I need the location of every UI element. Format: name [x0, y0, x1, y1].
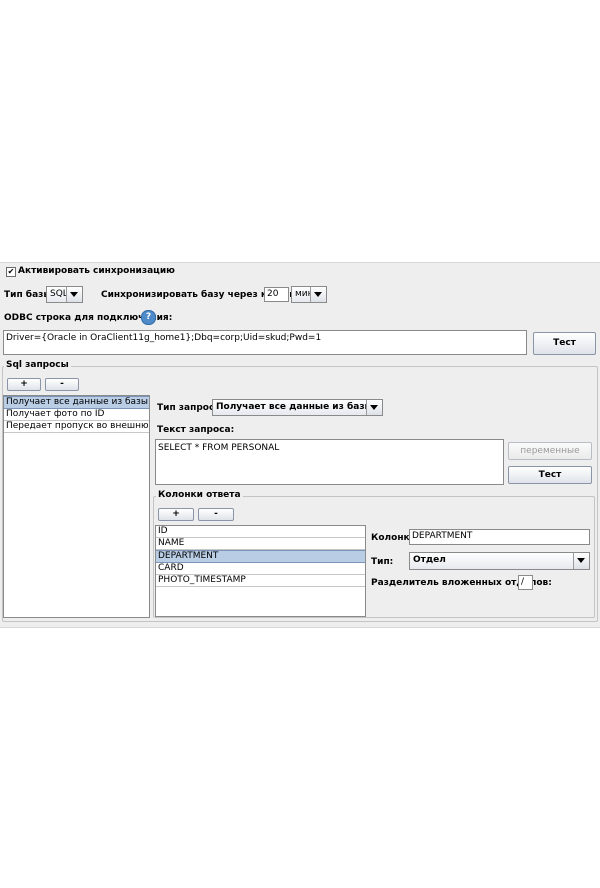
- chevron-down-icon: [573, 553, 589, 569]
- column-list-item[interactable]: PHOTO_TIMESTAMP: [156, 575, 365, 587]
- column-type-value: Отдел: [413, 555, 446, 565]
- checkmark-icon: ✔: [7, 267, 15, 276]
- odbc-string-input[interactable]: Driver={Oracle in OraClient11g_home1};Db…: [3, 330, 527, 355]
- query-text-label: Текст запроса:: [157, 425, 235, 435]
- odbc-test-button[interactable]: Тест: [533, 332, 596, 355]
- chevron-down-icon: [366, 400, 382, 415]
- sync-settings-panel: ✔ Активировать синхронизацию Тип базы: S…: [0, 262, 600, 628]
- help-icon[interactable]: ?: [141, 310, 156, 325]
- query-test-button[interactable]: Тест: [508, 466, 592, 484]
- column-list-item[interactable]: ID: [156, 526, 365, 538]
- add-column-button[interactable]: +: [158, 508, 194, 521]
- remove-query-button[interactable]: -: [45, 378, 79, 391]
- variables-button[interactable]: переменные: [508, 442, 592, 460]
- column-list-item[interactable]: DEPARTMENT: [156, 550, 365, 563]
- column-list-item[interactable]: NAME: [156, 538, 365, 550]
- column-name-input[interactable]: DEPARTMENT: [409, 529, 590, 545]
- remove-column-button[interactable]: -: [198, 508, 234, 521]
- sync-interval-input[interactable]: 20: [264, 287, 289, 302]
- query-list-item[interactable]: Получает фото по ID: [4, 409, 149, 421]
- sql-queries-title: Sql запросы: [4, 360, 71, 370]
- query-text-area[interactable]: SELECT * FROM PERSONAL: [155, 439, 504, 485]
- query-list-item[interactable]: Передает пропуск во внешнюю базу: [4, 421, 149, 433]
- activate-sync-checkbox[interactable]: ✔: [6, 267, 16, 277]
- column-list[interactable]: ID NAME DEPARTMENT CARD PHOTO_TIMESTAMP: [155, 525, 366, 617]
- response-columns-title: Колонки ответа: [156, 490, 243, 500]
- activate-sync-label: Активировать синхронизацию: [18, 266, 175, 276]
- db-type-combo[interactable]: SQL: [46, 286, 83, 303]
- chevron-down-icon: [66, 287, 82, 302]
- query-type-combo[interactable]: Получает все данные из базы: [212, 399, 383, 416]
- query-type-value: Получает все данные из базы: [216, 402, 373, 412]
- column-type-combo[interactable]: Отдел: [409, 552, 590, 570]
- separator-input[interactable]: /: [518, 575, 533, 590]
- column-list-item[interactable]: CARD: [156, 563, 365, 575]
- interval-unit-combo[interactable]: мин: [291, 286, 327, 303]
- column-type-label: Тип:: [371, 557, 394, 567]
- add-query-button[interactable]: +: [7, 378, 41, 391]
- query-list-item[interactable]: Получает все данные из базы: [4, 396, 149, 409]
- query-list[interactable]: Получает все данные из базы Получает фото…: [3, 395, 150, 618]
- chevron-down-icon: [310, 287, 326, 302]
